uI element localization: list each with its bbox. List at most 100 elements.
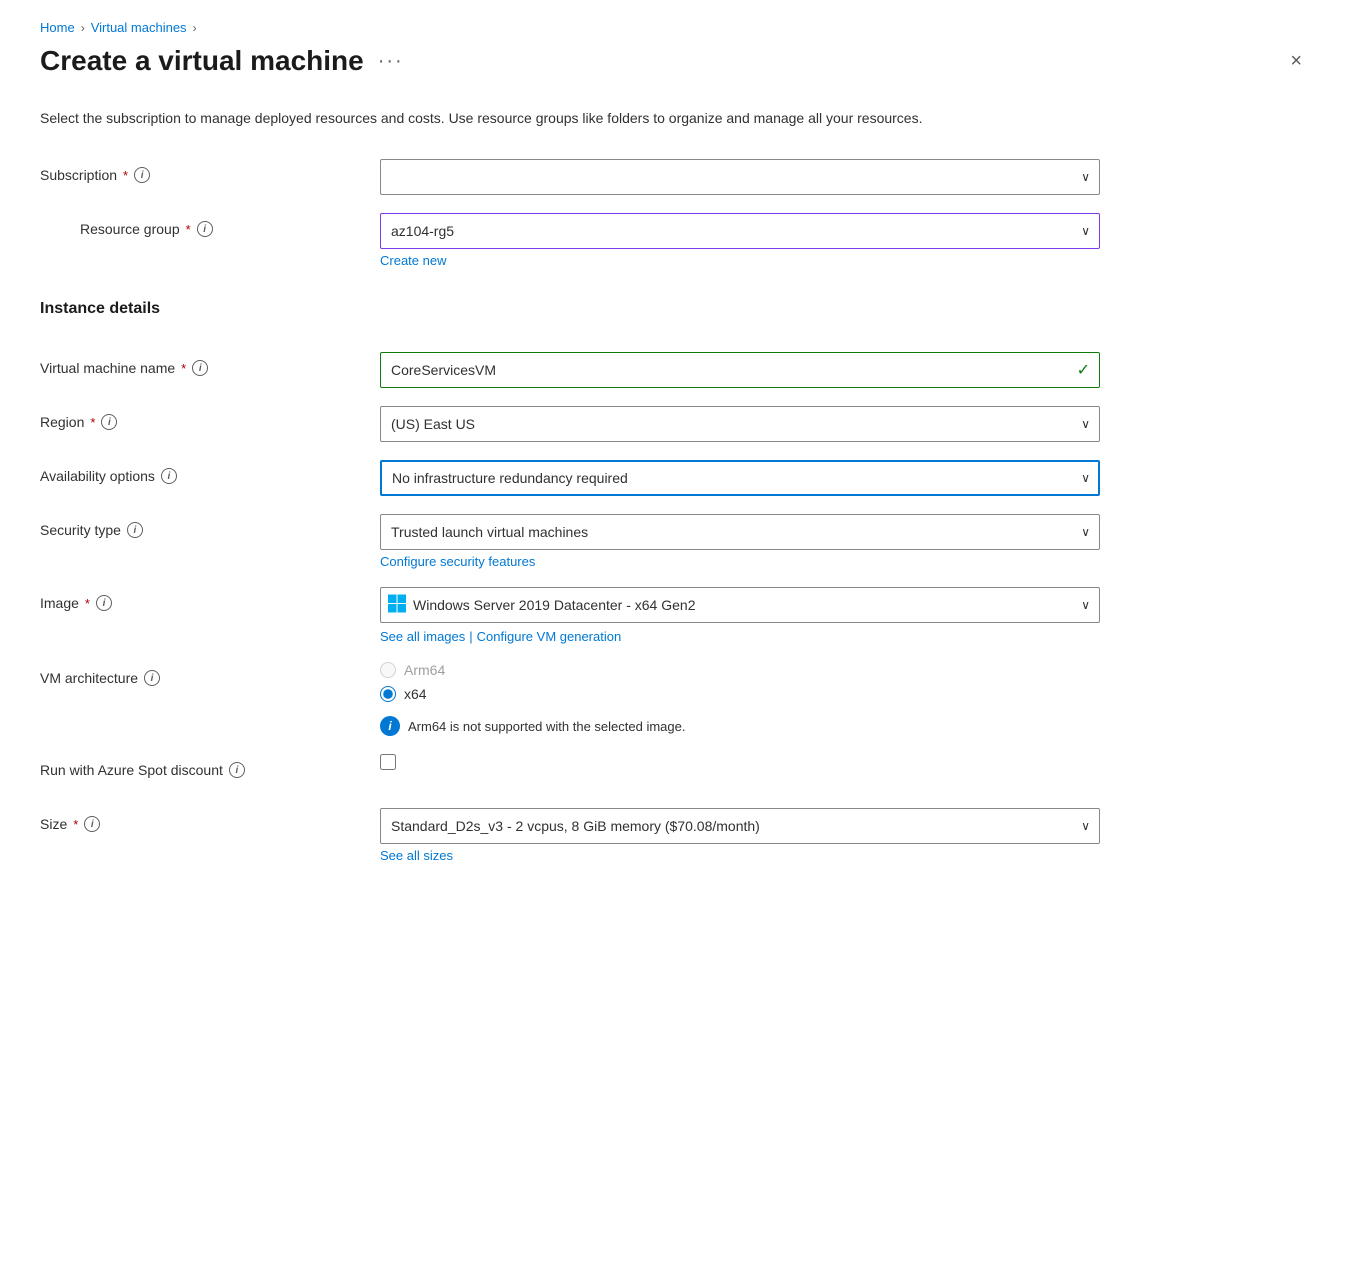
vm-architecture-row: VM architecture i Arm64 x64 i Arm64 i bbox=[40, 662, 1310, 736]
region-label-col: Region * i bbox=[40, 406, 380, 430]
radio-arm64-label: Arm64 bbox=[404, 662, 445, 678]
image-required: * bbox=[85, 596, 90, 611]
close-button[interactable]: × bbox=[1282, 46, 1310, 77]
resource-group-label: Resource group bbox=[80, 221, 180, 237]
region-required: * bbox=[90, 415, 95, 430]
vm-name-input[interactable] bbox=[380, 352, 1100, 388]
availability-options-control: No infrastructure redundancy required ∨ bbox=[380, 460, 1310, 496]
instance-details-section: Instance details bbox=[40, 290, 1310, 336]
vm-name-row: Virtual machine name * i ✓ bbox=[40, 352, 1310, 388]
subscription-info-icon[interactable]: i bbox=[134, 167, 150, 183]
description-text: Select the subscription to manage deploy… bbox=[40, 107, 1090, 129]
breadcrumb-home[interactable]: Home bbox=[40, 20, 75, 35]
size-required: * bbox=[73, 817, 78, 832]
spot-discount-checkbox-wrapper bbox=[380, 754, 1310, 770]
arm64-info-icon: i bbox=[380, 716, 400, 736]
region-label: Region bbox=[40, 414, 84, 430]
subscription-label-col: Subscription * i bbox=[40, 159, 380, 183]
vm-architecture-label: VM architecture bbox=[40, 670, 138, 686]
resource-group-label-col: Resource group * i bbox=[40, 213, 380, 237]
vm-name-required: * bbox=[181, 361, 186, 376]
image-control: Windows Server 2019 Datacenter - x64 Gen… bbox=[380, 587, 1310, 644]
instance-details-heading: Instance details bbox=[40, 300, 1310, 318]
spot-discount-checkbox[interactable] bbox=[380, 754, 396, 770]
security-type-control: Trusted launch virtual machines ∨ Config… bbox=[380, 514, 1310, 569]
security-type-label-col: Security type i bbox=[40, 514, 380, 538]
radio-x64-item[interactable]: x64 bbox=[380, 686, 1310, 702]
availability-options-dropdown-wrapper: No infrastructure redundancy required ∨ bbox=[380, 460, 1100, 496]
configure-vm-link[interactable]: Configure VM generation bbox=[477, 629, 622, 644]
radio-arm64-item[interactable]: Arm64 bbox=[380, 662, 1310, 678]
region-dropdown-wrapper: (US) East US ∨ bbox=[380, 406, 1100, 442]
page-title-row: Create a virtual machine ··· bbox=[40, 45, 404, 77]
resource-group-control: az104-rg5 ∨ Create new bbox=[380, 213, 1310, 268]
create-new-link[interactable]: Create new bbox=[380, 253, 1310, 268]
page-header: Create a virtual machine ··· × bbox=[40, 45, 1310, 77]
spot-discount-label-col: Run with Azure Spot discount i bbox=[40, 754, 380, 778]
arm64-info-banner: i Arm64 is not supported with the select… bbox=[380, 716, 1310, 736]
configure-security-link[interactable]: Configure security features bbox=[380, 554, 1310, 569]
region-info-icon[interactable]: i bbox=[101, 414, 117, 430]
vm-architecture-info-icon[interactable]: i bbox=[144, 670, 160, 686]
resource-group-row: Resource group * i az104-rg5 ∨ Create ne… bbox=[40, 213, 1310, 268]
availability-options-info-icon[interactable]: i bbox=[161, 468, 177, 484]
image-dropdown-wrapper: Windows Server 2019 Datacenter - x64 Gen… bbox=[380, 587, 1100, 623]
region-control: (US) East US ∨ bbox=[380, 406, 1310, 442]
spot-discount-control bbox=[380, 754, 1310, 770]
availability-options-label-col: Availability options i bbox=[40, 460, 380, 484]
size-label: Size bbox=[40, 816, 67, 832]
vm-name-label: Virtual machine name bbox=[40, 360, 175, 376]
breadcrumb-sep-1: › bbox=[81, 21, 85, 35]
spot-discount-label: Run with Azure Spot discount bbox=[40, 762, 223, 778]
subscription-row: Subscription * i ∨ bbox=[40, 159, 1310, 195]
image-label: Image bbox=[40, 595, 79, 611]
subscription-dropdown-wrapper: ∨ bbox=[380, 159, 1100, 195]
vm-name-info-icon[interactable]: i bbox=[192, 360, 208, 376]
spot-discount-row: Run with Azure Spot discount i bbox=[40, 754, 1310, 790]
vm-architecture-control: Arm64 x64 i Arm64 is not supported with … bbox=[380, 662, 1310, 736]
security-type-dropdown[interactable]: Trusted launch virtual machines bbox=[380, 514, 1100, 550]
vm-name-label-col: Virtual machine name * i bbox=[40, 352, 380, 376]
breadcrumb-virtual-machines[interactable]: Virtual machines bbox=[91, 20, 187, 35]
region-row: Region * i (US) East US ∨ bbox=[40, 406, 1310, 442]
size-label-col: Size * i bbox=[40, 808, 380, 832]
security-type-row: Security type i Trusted launch virtual m… bbox=[40, 514, 1310, 569]
security-type-info-icon[interactable]: i bbox=[127, 522, 143, 538]
availability-options-label: Availability options bbox=[40, 468, 155, 484]
vm-architecture-radio-group: Arm64 x64 bbox=[380, 662, 1310, 702]
see-all-sizes-link[interactable]: See all sizes bbox=[380, 848, 1310, 863]
size-dropdown[interactable]: Standard_D2s_v3 - 2 vcpus, 8 GiB memory … bbox=[380, 808, 1100, 844]
subscription-control: ∨ bbox=[380, 159, 1310, 195]
radio-arm64[interactable] bbox=[380, 662, 396, 678]
image-links-row: See all images | Configure VM generation bbox=[380, 629, 1310, 644]
vm-name-control: ✓ bbox=[380, 352, 1310, 388]
see-all-images-link[interactable]: See all images bbox=[380, 629, 465, 644]
vm-name-check-icon: ✓ bbox=[1077, 360, 1090, 380]
vm-architecture-label-col: VM architecture i bbox=[40, 662, 380, 686]
size-dropdown-wrapper: Standard_D2s_v3 - 2 vcpus, 8 GiB memory … bbox=[380, 808, 1100, 844]
size-info-icon[interactable]: i bbox=[84, 816, 100, 832]
radio-x64[interactable] bbox=[380, 686, 396, 702]
more-options-button[interactable]: ··· bbox=[378, 50, 404, 73]
security-type-dropdown-wrapper: Trusted launch virtual machines ∨ bbox=[380, 514, 1100, 550]
resource-group-required: * bbox=[186, 222, 191, 237]
availability-options-dropdown[interactable]: No infrastructure redundancy required bbox=[380, 460, 1100, 496]
page-title: Create a virtual machine bbox=[40, 45, 364, 77]
breadcrumb: Home › Virtual machines › bbox=[40, 20, 1310, 35]
size-control: Standard_D2s_v3 - 2 vcpus, 8 GiB memory … bbox=[380, 808, 1310, 863]
subscription-label: Subscription bbox=[40, 167, 117, 183]
image-row: Image * i Windows Server 2019 Datacenter… bbox=[40, 587, 1310, 644]
subscription-dropdown[interactable] bbox=[380, 159, 1100, 195]
vm-name-input-wrapper: ✓ bbox=[380, 352, 1100, 388]
resource-group-dropdown[interactable]: az104-rg5 bbox=[380, 213, 1100, 249]
availability-options-row: Availability options i No infrastructure… bbox=[40, 460, 1310, 496]
breadcrumb-sep-2: › bbox=[193, 21, 197, 35]
image-dropdown[interactable]: Windows Server 2019 Datacenter - x64 Gen… bbox=[380, 587, 1100, 623]
image-label-col: Image * i bbox=[40, 587, 380, 611]
region-dropdown[interactable]: (US) East US bbox=[380, 406, 1100, 442]
resource-group-info-icon[interactable]: i bbox=[197, 221, 213, 237]
page-container: Home › Virtual machines › Create a virtu… bbox=[0, 0, 1350, 1273]
form-section: Subscription * i ∨ Resource group * i bbox=[40, 159, 1310, 881]
spot-discount-info-icon[interactable]: i bbox=[229, 762, 245, 778]
image-info-icon[interactable]: i bbox=[96, 595, 112, 611]
